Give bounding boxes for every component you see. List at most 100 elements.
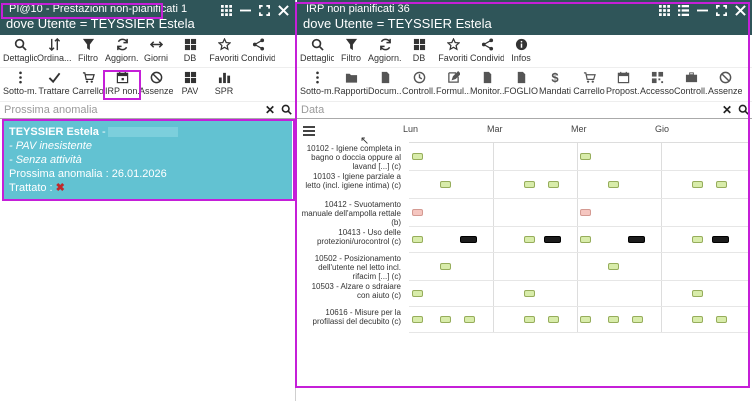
calendar-row (409, 143, 748, 171)
share-button[interactable]: Condividi (470, 35, 504, 67)
sort-icon (48, 38, 61, 51)
service-marker[interactable] (412, 236, 423, 243)
favorites-button[interactable]: Favoriti (207, 35, 241, 67)
service-marker[interactable] (440, 181, 451, 188)
service-marker[interactable] (412, 153, 423, 160)
sheet-button[interactable]: FOGLIO... (504, 68, 538, 101)
maximize-icon[interactable] (716, 5, 727, 16)
service-marker[interactable] (632, 316, 643, 323)
controls-button[interactable]: Controll... (402, 68, 436, 101)
service-marker[interactable] (692, 316, 703, 323)
filter-button[interactable]: Filtro (334, 35, 368, 67)
service-marker[interactable] (524, 236, 535, 243)
service-marker[interactable] (548, 181, 559, 188)
search-icon[interactable] (281, 104, 292, 118)
access-button[interactable]: Accesso... (640, 68, 674, 101)
minimize-icon[interactable] (240, 5, 251, 16)
checks-button[interactable]: Controll... (674, 68, 708, 101)
favorites-button[interactable]: Favoriti (436, 35, 470, 67)
service-marker[interactable] (692, 290, 703, 297)
date-input[interactable] (297, 102, 718, 118)
submenu-button[interactable]: Sotto-m... (3, 68, 37, 101)
star-icon (446, 38, 460, 51)
spr-button[interactable]: SPR (207, 68, 241, 101)
service-marker[interactable] (608, 181, 619, 188)
maximize-icon[interactable] (259, 5, 270, 16)
patient-card[interactable]: TEYSSIER Estela - - PAV inesistente - Se… (3, 121, 292, 200)
service-marker[interactable] (440, 316, 451, 323)
list-view-icon[interactable] (678, 5, 689, 16)
mandates-button[interactable]: $ Mandati (538, 68, 572, 101)
service-marker[interactable] (580, 209, 591, 216)
service-marker[interactable] (580, 316, 591, 323)
planned-service-marker[interactable] (628, 236, 645, 243)
qr-icon (651, 71, 664, 84)
refresh-button[interactable]: Aggiorn... (368, 35, 402, 67)
service-marker[interactable] (716, 316, 727, 323)
service-marker[interactable] (608, 316, 619, 323)
service-label: 10412 - Svuotamento manuale dell'ampolla… (301, 200, 401, 227)
folder-icon (345, 71, 358, 84)
service-marker[interactable] (608, 263, 619, 270)
db-button[interactable]: DB (173, 35, 207, 67)
filter-icon (82, 38, 95, 51)
close-icon[interactable] (735, 5, 746, 16)
close-icon[interactable] (278, 5, 289, 16)
search-icon[interactable] (738, 104, 749, 118)
detail-button[interactable]: Dettaglio (300, 35, 334, 67)
detail-button[interactable]: Dettaglio (3, 35, 37, 67)
service-marker[interactable] (524, 290, 535, 297)
monitor-button[interactable]: Monitor... (470, 68, 504, 101)
next-anomaly-input[interactable] (0, 102, 261, 118)
service-marker[interactable] (412, 209, 423, 216)
service-marker[interactable] (548, 316, 559, 323)
minimize-icon[interactable] (697, 5, 708, 16)
absences-button[interactable]: Assenze (708, 68, 742, 101)
irp-button[interactable]: IRP non... (105, 68, 139, 101)
share-button[interactable]: Condivid (241, 35, 275, 67)
cart-button[interactable]: Carrello (71, 68, 105, 101)
pav-button[interactable]: PAV (173, 68, 207, 101)
service-marker[interactable] (524, 316, 535, 323)
search-icon (311, 38, 324, 51)
planned-service-marker[interactable] (712, 236, 729, 243)
submenu-button[interactable]: Sotto-m... (300, 68, 334, 101)
planned-service-marker[interactable] (544, 236, 561, 243)
dollar-icon: $ (551, 70, 559, 85)
service-label: 10502 - Posizionamento dell'utente nel l… (314, 254, 401, 281)
refresh-button[interactable]: Aggiorn... (105, 35, 139, 67)
grid-view-icon[interactable] (659, 5, 670, 16)
left-panel: PI@10 - Prestazioni non-pianificati 1 do… (0, 0, 296, 401)
service-marker[interactable] (440, 263, 451, 270)
documents-button[interactable]: Docum... (368, 68, 402, 101)
infos-button[interactable]: Infos (504, 35, 538, 67)
service-marker[interactable] (692, 181, 703, 188)
service-marker[interactable] (464, 316, 475, 323)
db-button[interactable]: DB (402, 35, 436, 67)
absences-button[interactable]: Assenze (139, 68, 173, 101)
reports-button[interactable]: Rapporti (334, 68, 368, 101)
service-marker[interactable] (412, 290, 423, 297)
sort-button[interactable]: Ordina... (37, 35, 71, 67)
days-button[interactable]: Giorni (139, 35, 173, 67)
forms-button[interactable]: Formul... (436, 68, 470, 101)
day-header: Gio (655, 124, 670, 134)
service-marker[interactable] (580, 153, 591, 160)
filter-button[interactable]: Filtro (71, 35, 105, 67)
service-marker[interactable] (580, 236, 591, 243)
treat-button[interactable]: Trattare (37, 68, 71, 101)
cart-button[interactable]: Carrello (572, 68, 606, 101)
proposals-button[interactable]: Propost... (606, 68, 640, 101)
service-marker[interactable] (412, 316, 423, 323)
filter-icon (345, 38, 358, 51)
clear-icon[interactable]: ✕ (722, 104, 732, 116)
grid-view-icon[interactable] (221, 5, 232, 16)
hamburger-menu-icon[interactable] (303, 126, 315, 136)
planned-service-marker[interactable] (460, 236, 477, 243)
right-toolbar-secondary: Sotto-m... Rapporti Docum... Controll...… (297, 68, 752, 102)
service-marker[interactable] (524, 181, 535, 188)
red-x-icon: ✖ (55, 182, 65, 194)
clear-icon[interactable]: ✕ (265, 104, 275, 116)
service-marker[interactable] (716, 181, 727, 188)
service-marker[interactable] (692, 236, 703, 243)
